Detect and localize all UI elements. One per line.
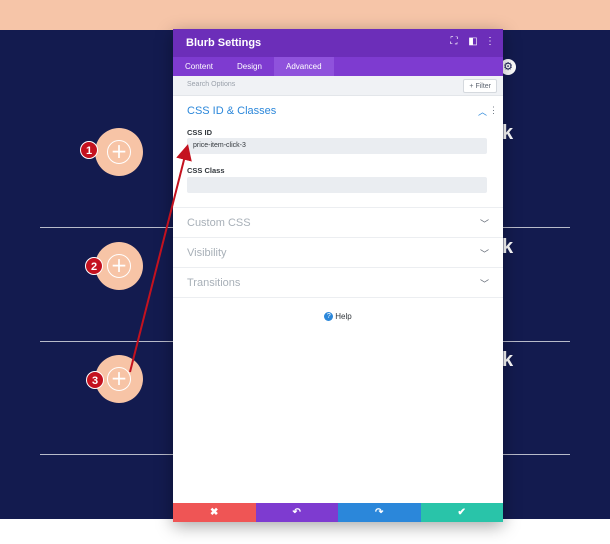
annotation-badge-2: 2 [85,257,103,275]
discard-button[interactable]: ✖ [173,503,256,522]
annotation-badge-3: 3 [86,371,104,389]
split-view-icon[interactable]: ◧ [466,36,480,47]
tab-design[interactable]: Design [225,57,274,76]
save-button[interactable]: ✔ [420,503,503,522]
section-transitions[interactable]: Transitions ﹀ [173,267,503,297]
css-id-field[interactable]: price-item-click-3 [187,138,487,154]
partial-heading-text: k [502,122,514,144]
chevron-up-icon[interactable]: ︿ [478,105,487,118]
chevron-down-icon: ﹀ [479,219,489,229]
redo-button[interactable]: ↷ [338,503,421,522]
annotation-badge-1: 1 [80,141,98,159]
section-label: Visibility [187,247,227,259]
chevron-down-icon: ﹀ [479,249,489,259]
modal-footer: ✖ ↶ ↷ ✔ [173,503,503,522]
section-label: Custom CSS [187,217,251,229]
section-title: CSS ID & Classes [187,105,277,117]
search-input[interactable]: Search Options [187,81,235,88]
section-custom-css[interactable]: Custom CSS ﹀ [173,207,503,237]
css-section-header[interactable]: CSS ID & Classes ︿ ⋮ [173,96,503,122]
bottom-white-band [0,519,610,544]
blurb-settings-modal: Blurb Settings ⛶ ◧ ⋮ Content Design Adva… [173,29,503,522]
tab-content[interactable]: Content [173,57,225,76]
help-link[interactable]: ? Help [173,312,503,322]
css-id-label: CSS ID [187,128,213,137]
chevron-down-icon: ﹀ [479,279,489,289]
section-menu-icon[interactable]: ⋮ [489,105,498,116]
top-peach-band [0,0,610,30]
plus-icon: + [107,367,131,391]
section-label: Transitions [187,277,241,289]
help-icon: ? [324,312,334,322]
filter-button[interactable]: + Filter [463,79,497,93]
section-divider [173,297,503,298]
modal-title: Blurb Settings [186,37,262,49]
css-class-label: CSS Class [187,166,225,175]
plus-icon: + [107,254,131,278]
partial-heading-text: k [502,236,514,258]
css-class-field[interactable] [187,177,487,193]
plus-icon: + [107,140,131,164]
settings-tabs: Content Design Advanced [173,57,503,76]
undo-button[interactable]: ↶ [255,503,338,522]
tab-advanced[interactable]: Advanced [274,57,334,76]
expand-icon[interactable]: ⛶ [447,36,461,47]
section-visibility[interactable]: Visibility ﹀ [173,237,503,267]
more-icon[interactable]: ⋮ [483,36,497,47]
help-label: Help [335,312,352,321]
add-module-button[interactable]: + [95,128,143,176]
modal-header: Blurb Settings ⛶ ◧ ⋮ [173,29,503,57]
search-options-bar: Search Options + Filter [173,76,503,96]
partial-heading-text: k [502,349,514,371]
